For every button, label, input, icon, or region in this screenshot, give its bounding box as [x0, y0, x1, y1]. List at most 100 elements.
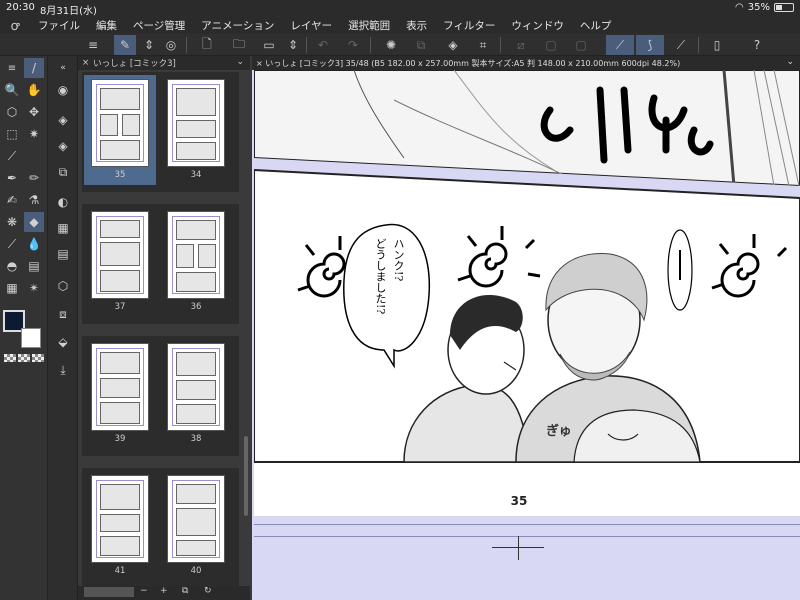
transparent-color-swatch[interactable]	[4, 354, 16, 362]
page-thumbnail[interactable]: 36	[160, 207, 232, 317]
drag-handle-icon[interactable]: ≡	[2, 58, 22, 78]
loading-icon[interactable]: ✺	[380, 35, 402, 55]
magic-wand-icon[interactable]: ✷	[24, 124, 44, 144]
phone-icon[interactable]: ▯	[706, 35, 728, 55]
menu-help[interactable]: ヘルプ	[572, 18, 620, 33]
menu-view[interactable]: 表示	[398, 18, 435, 33]
eyedropper-icon[interactable]: ⟋	[2, 146, 22, 166]
status-time: 20:30	[6, 2, 35, 13]
lasso-icon[interactable]: ⬚	[2, 124, 22, 144]
page-spread: 37 36	[82, 204, 239, 324]
paint-bucket-icon[interactable]: ◓	[2, 256, 22, 276]
layer-icon[interactable]: ◈	[53, 136, 73, 156]
crop-icon[interactable]: ⧄	[510, 35, 532, 55]
palette-icon[interactable]: ▦	[53, 218, 73, 238]
page-spread: 35 34	[82, 72, 239, 192]
help-icon[interactable]: ?	[746, 35, 768, 55]
page-edit-icon[interactable]: ✎	[114, 35, 136, 55]
brush-icon[interactable]: ✍	[2, 190, 22, 210]
eraser-icon[interactable]: ◆	[24, 212, 44, 232]
chevron-left-icon[interactable]: «	[53, 58, 73, 78]
page-list-scrollbar[interactable]	[244, 436, 248, 516]
manga-page[interactable]: ハンク!? どうしました!? ぎゅ 35	[253, 69, 800, 516]
zoom-slider[interactable]	[84, 587, 134, 597]
material-icon[interactable]: ⬡	[53, 276, 73, 296]
fill-icon[interactable]: ◈	[442, 35, 464, 55]
ruler-icon[interactable]: ⟋	[670, 35, 692, 55]
brush-icon[interactable]: ⟆	[636, 35, 664, 55]
blend-icon[interactable]: ⟋	[2, 234, 22, 254]
undo-icon[interactable]: ↶	[312, 35, 334, 55]
copy-icon[interactable]: ⧉	[410, 35, 432, 55]
page-thumbnail[interactable]: 35	[84, 75, 156, 185]
close-icon[interactable]: ×	[256, 59, 265, 68]
import-icon[interactable]: ⤓	[53, 360, 73, 380]
page-manager-tab[interactable]: × いっしょ [コミック3] ⌄	[78, 56, 250, 70]
page-thumbnail[interactable]: 37	[84, 207, 156, 317]
chevron-updown-icon[interactable]: ⇕	[282, 35, 304, 55]
refresh-icon[interactable]: ↻	[204, 586, 212, 596]
zoom-out-button[interactable]: −	[140, 586, 148, 596]
hamburger-icon[interactable]: ≡	[82, 35, 104, 55]
speech-line: ハンク!?	[392, 238, 405, 282]
copy-icon[interactable]: ⧉	[182, 586, 188, 596]
menu-file[interactable]: ファイル	[30, 18, 88, 33]
transform-icon[interactable]: ⌗	[472, 35, 494, 55]
frame-border-icon[interactable]: ▤	[24, 256, 44, 276]
chevron-down-icon[interactable]: ⌄	[786, 57, 794, 67]
menu-window[interactable]: ウィンドウ	[503, 18, 572, 33]
transparent-color-swatch[interactable]	[32, 354, 44, 362]
grid-icon[interactable]: ▤	[53, 244, 73, 264]
object-icon[interactable]: ⬡	[2, 102, 22, 122]
page-thumbnail[interactable]: 40	[160, 471, 232, 581]
menu-edit[interactable]: 編集	[88, 18, 125, 33]
page-thumbnail[interactable]: 38	[160, 339, 232, 449]
layers-icon[interactable]: ⧈	[53, 304, 73, 324]
toolbar-separator	[698, 37, 699, 53]
page-thumbnail[interactable]: 39	[84, 339, 156, 449]
bleed-guide	[254, 524, 800, 525]
open-folder-icon[interactable]: 🗀	[228, 35, 250, 55]
new-file-icon[interactable]: 🗋	[196, 35, 218, 55]
app-logo-icon[interactable]: ꝍ	[0, 16, 30, 34]
airbrush-icon[interactable]: ⚗	[24, 190, 44, 210]
chevron-updown-icon[interactable]: ⇕	[138, 35, 160, 55]
frame-icon[interactable]: ▢	[570, 35, 592, 55]
page-thumbnail[interactable]: 41	[84, 471, 156, 581]
close-icon[interactable]: ×	[82, 58, 89, 68]
color-wheel-icon[interactable]: ◐	[53, 192, 73, 212]
transparent-color-swatch[interactable]	[18, 354, 30, 362]
canvas-area[interactable]: × いっしょ [コミック3] 35/48 (B5 182.00 x 257.00…	[252, 56, 800, 600]
ruler-pen-icon[interactable]: ⟋	[606, 35, 634, 55]
hand-icon[interactable]: ✋	[24, 80, 44, 100]
sub-color-swatch[interactable]	[21, 328, 41, 348]
decoration-icon[interactable]: ❋	[2, 212, 22, 232]
zoom-icon[interactable]: 🔍	[2, 80, 22, 100]
battery-fill	[776, 5, 782, 10]
gradient-icon[interactable]: ▦	[2, 278, 22, 298]
stack-icon[interactable]: ⧉	[53, 162, 73, 182]
spiral-icon[interactable]: ◎	[160, 35, 182, 55]
ruler-burst-icon[interactable]: ✴	[24, 278, 44, 298]
layer-property-icon[interactable]: ⬙	[53, 332, 73, 352]
menu-selection[interactable]: 選択範囲	[340, 18, 398, 33]
menu-layer[interactable]: レイヤー	[282, 18, 340, 33]
move-icon[interactable]: ✥	[24, 102, 44, 122]
save-icon[interactable]: ▭	[258, 35, 280, 55]
menu-animation[interactable]: アニメーション	[193, 18, 282, 33]
page-number-label: 39	[114, 434, 126, 444]
canvas-tab[interactable]: × いっしょ [コミック3] 35/48 (B5 182.00 x 257.00…	[252, 56, 800, 70]
pencil-icon[interactable]: ✏	[24, 168, 44, 188]
layer-icon[interactable]: ◈	[53, 110, 73, 130]
page-thumbnail[interactable]: 34	[160, 75, 232, 185]
frame-icon[interactable]: ▢	[540, 35, 562, 55]
redo-icon[interactable]: ↷	[342, 35, 364, 55]
menu-filter[interactable]: フィルター	[435, 18, 503, 33]
fill-bucket-icon[interactable]: 💧	[24, 234, 44, 254]
zoom-in-button[interactable]: +	[160, 586, 168, 596]
menu-page[interactable]: ページ管理	[125, 18, 193, 33]
chevron-down-icon[interactable]: ⌄	[236, 57, 244, 67]
pen-icon[interactable]: ✒	[2, 168, 22, 188]
pen-tool-icon[interactable]: /	[24, 58, 44, 78]
navigator-icon[interactable]: ◉	[53, 80, 73, 100]
